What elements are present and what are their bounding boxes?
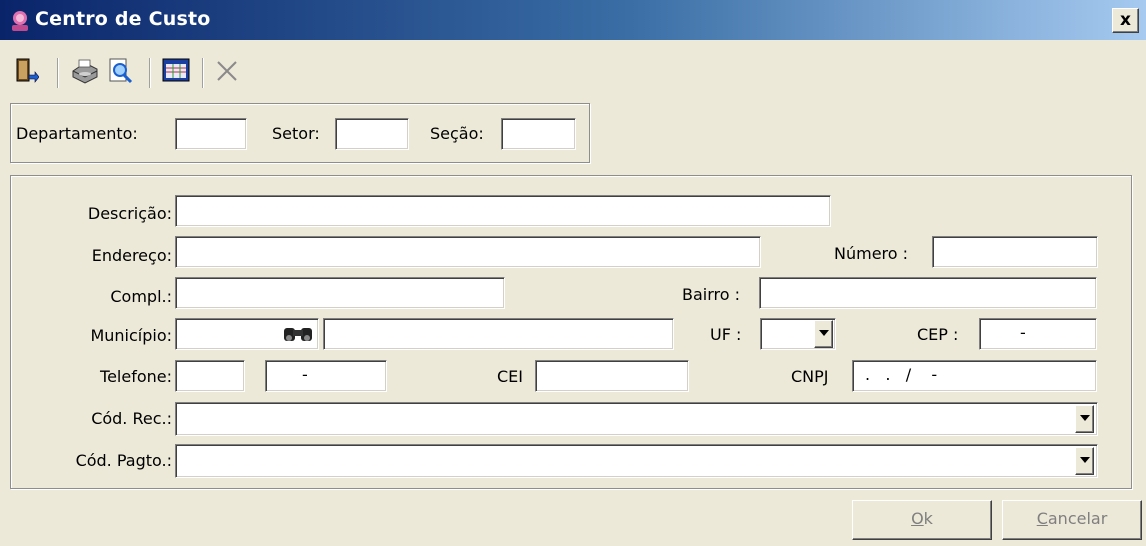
departamento-field[interactable] (175, 118, 247, 150)
telefone-field[interactable]: - (265, 360, 387, 392)
endereco-field[interactable] (175, 236, 761, 268)
telefone-label: Telefone: (100, 367, 172, 386)
bairro-label: Bairro : (682, 285, 741, 304)
toolbar-separator (57, 58, 59, 88)
toolbar-separator (149, 58, 151, 88)
ddd-field[interactable] (175, 360, 245, 392)
numero-label: Número : (834, 244, 909, 263)
binoculars-icon[interactable] (281, 324, 315, 344)
cep-field[interactable]: - (979, 318, 1097, 350)
window-title: Centro de Custo (35, 8, 211, 30)
cod-rec-dropdown-button[interactable] (1075, 405, 1094, 433)
cnpj-label: CNPJ (791, 367, 829, 386)
municipio-label: Município: (90, 326, 172, 345)
bairro-field[interactable] (759, 277, 1097, 309)
municipio-name-field[interactable] (323, 318, 674, 350)
close-button[interactable]: x (1112, 8, 1139, 33)
cod-rec-label: Cód. Rec.: (91, 409, 172, 428)
cnpj-mask: . . / - (865, 365, 938, 384)
compl-label: Compl.: (110, 287, 172, 306)
toolbar-separator (202, 58, 204, 88)
printer-icon[interactable] (70, 57, 100, 85)
title-bar: Centro de Custo x (0, 0, 1146, 40)
print-preview-icon[interactable] (108, 57, 134, 85)
uf-dropdown-button[interactable] (814, 320, 833, 348)
cod-pagto-select[interactable] (175, 444, 1098, 478)
setor-field[interactable] (335, 118, 409, 150)
ok-button[interactable]: Ok (852, 500, 992, 540)
delete-x-icon[interactable] (215, 57, 239, 85)
cnpj-field[interactable]: . . / - (852, 360, 1097, 392)
departamento-label: Departamento: (16, 124, 138, 143)
cod-rec-select[interactable] (175, 402, 1098, 436)
descricao-field[interactable] (175, 195, 831, 227)
setor-label: Setor: (272, 124, 320, 143)
endereco-label: Endereço: (91, 246, 172, 265)
cod-pagto-dropdown-button[interactable] (1075, 447, 1094, 475)
cancel-button[interactable]: Cancelar (1002, 500, 1142, 540)
cod-pagto-label: Cód. Pagto.: (75, 451, 172, 470)
telefone-mask: - (302, 365, 308, 384)
uf-label: UF : (710, 325, 742, 344)
numero-field[interactable] (932, 236, 1098, 268)
compl-field[interactable] (175, 277, 505, 309)
cei-label: CEI (497, 367, 523, 386)
cei-field[interactable] (535, 360, 689, 392)
app-icon (12, 11, 28, 31)
cep-label: CEP : (917, 325, 959, 344)
secao-field[interactable] (501, 118, 576, 150)
exit-door-icon[interactable] (15, 57, 39, 87)
grid-table-icon[interactable] (161, 57, 191, 85)
secao-label: Seção: (430, 124, 484, 143)
toolbar (0, 44, 1146, 96)
close-icon: x (1120, 10, 1131, 30)
descricao-label: Descrição: (87, 204, 172, 223)
cep-mask: - (1020, 323, 1026, 342)
